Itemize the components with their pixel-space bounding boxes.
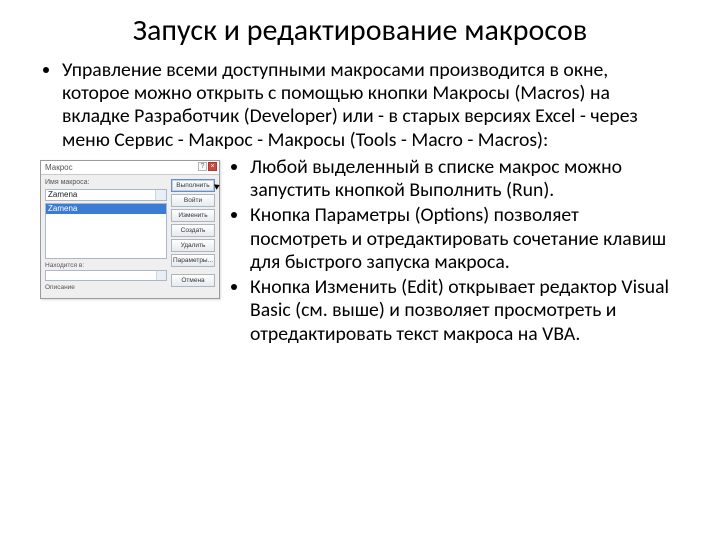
screenshot-column: Макрос ? × Имя макроса: Zamena (40, 156, 220, 299)
help-icon[interactable]: ? (198, 162, 207, 171)
desc-label: Описание (45, 284, 75, 291)
dropdown-icon[interactable] (155, 190, 166, 200)
dialog-title-text: Макрос (45, 163, 73, 172)
top-list: Управление всеми доступными макросами пр… (40, 59, 680, 152)
intro-bullet: Управление всеми доступными макросами пр… (62, 59, 680, 152)
dialog-buttons: Выполнить Войти Изменить Создать Удалить… (171, 179, 215, 292)
bullet-run: Любой выделенный в списке макрос можно з… (250, 156, 680, 202)
text-column: Любой выделенный в списке макрос можно з… (228, 156, 680, 346)
macro-list[interactable]: Zamena (45, 203, 167, 259)
macro-dialog: Макрос ? × Имя макроса: Zamena (40, 160, 220, 299)
where-dropdown[interactable] (45, 270, 167, 281)
close-icon[interactable]: × (208, 162, 217, 171)
dialog-body: Имя макроса: Zamena Zamena Находится в: (41, 175, 219, 298)
macro-name-input[interactable]: Zamena (45, 189, 167, 201)
desc-section: Описание (45, 284, 167, 292)
inner-list: Любой выделенный в списке макрос можно з… (228, 156, 680, 346)
step-button[interactable]: Войти (171, 194, 215, 207)
slide-title: Запуск и редактирование макросов (40, 12, 680, 49)
macro-name-value: Zamena (48, 190, 77, 199)
where-label: Находится в: (45, 262, 84, 269)
edit-button[interactable]: Изменить (171, 209, 215, 222)
delete-button[interactable]: Удалить (171, 239, 215, 252)
bullet-options: Кнопка Параметры (Options) позволяет пос… (250, 204, 680, 274)
create-button[interactable]: Создать (171, 224, 215, 237)
columns: Макрос ? × Имя макроса: Zamena (40, 156, 680, 348)
where-section: Находится в: (45, 262, 167, 282)
bullet-edit: Кнопка Изменить (Edit) открывает редакто… (250, 276, 680, 346)
run-button[interactable]: Выполнить (171, 179, 215, 192)
dialog-left-pane: Имя макроса: Zamena Zamena Находится в: (45, 179, 167, 292)
options-button[interactable]: Параметры... (171, 254, 215, 267)
cancel-button[interactable]: Отмена (171, 274, 215, 287)
slide-body: Управление всеми доступными макросами пр… (40, 59, 680, 348)
list-item[interactable]: Zamena (46, 204, 166, 214)
chevron-down-icon (156, 271, 166, 280)
dialog-titlebar: Макрос ? × (41, 161, 219, 175)
slide: Запуск и редактирование макросов Управле… (0, 0, 720, 540)
name-label: Имя макроса: (45, 179, 167, 187)
window-controls: ? × (198, 162, 217, 171)
